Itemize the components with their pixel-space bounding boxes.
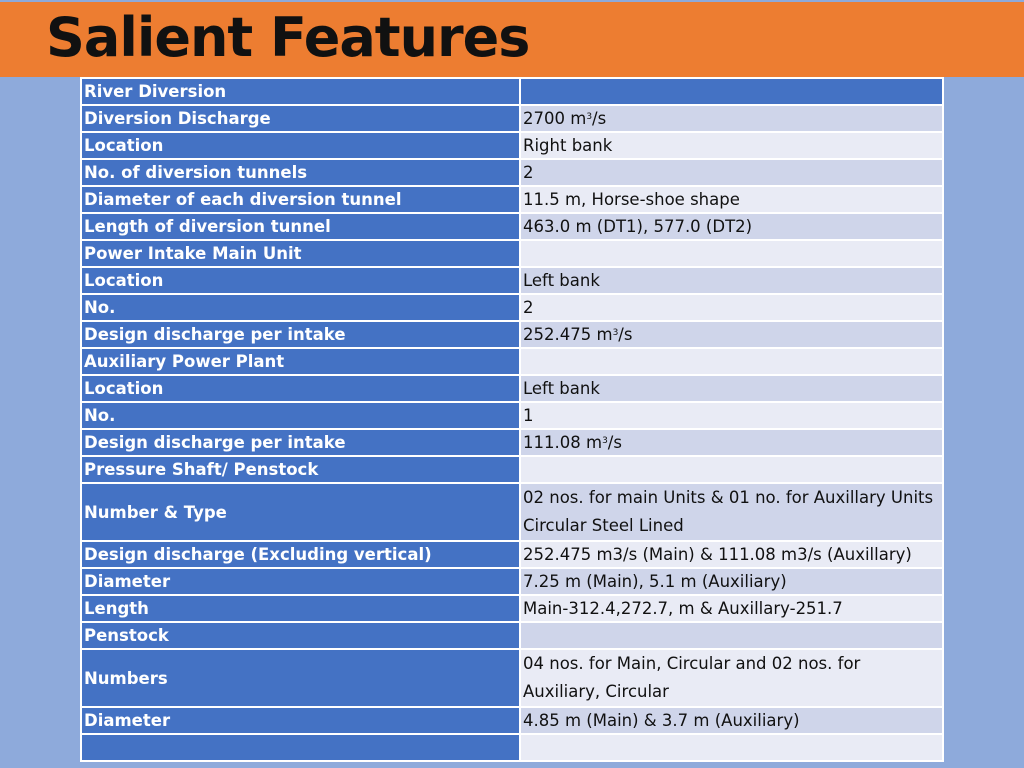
- feature-value: 2700 m3/s: [519, 104, 944, 133]
- feature-label: Location: [80, 131, 521, 160]
- feature-value: 111.08 m3/s: [519, 428, 944, 457]
- feature-label: Location: [80, 374, 521, 403]
- table-row: Design discharge per intake 111.08 m3/s: [80, 428, 944, 457]
- feature-label: No. of diversion tunnels: [80, 158, 521, 187]
- feature-value: [519, 621, 944, 650]
- feature-value: [519, 77, 944, 106]
- table-row: No. 2: [80, 293, 944, 322]
- salient-features-table: River Diversion Diversion Discharge 2700 m…: [80, 77, 944, 762]
- table-row: Location Right bank: [80, 131, 944, 160]
- table-row: Number & Type 02 nos. for main Units & 01…: [80, 482, 944, 542]
- table-row: Power Intake Main Unit: [80, 239, 944, 268]
- feature-label: Length: [80, 594, 521, 623]
- feature-value: 463.0 m (DT1), 577.0 (DT2): [519, 212, 944, 241]
- table-row: River Diversion: [80, 77, 944, 106]
- table-row: Penstock: [80, 621, 944, 650]
- table-row: Diameter 4.85 m (Main) & 3.7 m (Auxiliary…: [80, 706, 944, 735]
- feature-label: Penstock: [80, 621, 521, 650]
- feature-label: Diameter of each diversion tunnel: [80, 185, 521, 214]
- feature-value: [519, 733, 944, 762]
- feature-value: 252.475 m3/s (Main) & 111.08 m3/s (Auxil…: [519, 540, 944, 569]
- feature-value: [519, 239, 944, 268]
- table-row: Design discharge (Excluding vertical) 252…: [80, 540, 944, 569]
- table-row: Length of diversion tunnel 463.0 m (DT1),…: [80, 212, 944, 241]
- table-row: Diameter 7.25 m (Main), 5.1 m (Auxiliary): [80, 567, 944, 596]
- feature-label: Design discharge per intake: [80, 428, 521, 457]
- feature-value: Left bank: [519, 266, 944, 295]
- table-row: Location Left bank: [80, 374, 944, 403]
- feature-label: Pressure Shaft/ Penstock: [80, 455, 521, 484]
- table-row: Diversion Discharge 2700 m3/s: [80, 104, 944, 133]
- feature-value: 1: [519, 401, 944, 430]
- table-row: No. of diversion tunnels 2: [80, 158, 944, 187]
- value-text: 2700 m: [523, 109, 587, 128]
- table-row: [80, 733, 944, 762]
- table-row: Design discharge per intake 252.475 m3/s: [80, 320, 944, 349]
- feature-value: 11.5 m, Horse-shoe shape: [519, 185, 944, 214]
- table-row: Location Left bank: [80, 266, 944, 295]
- feature-value: Right bank: [519, 131, 944, 160]
- feature-label: Diameter: [80, 706, 521, 735]
- feature-label: Number & Type: [80, 482, 521, 542]
- feature-label: Length of diversion tunnel: [80, 212, 521, 241]
- feature-value: 2: [519, 293, 944, 322]
- feature-label: Auxiliary Power Plant: [80, 347, 521, 376]
- feature-label: No.: [80, 293, 521, 322]
- feature-label: Design discharge (Excluding vertical): [80, 540, 521, 569]
- feature-label: No.: [80, 401, 521, 430]
- feature-label: Design discharge per intake: [80, 320, 521, 349]
- feature-value: [519, 455, 944, 484]
- feature-value: 02 nos. for main Units & 01 no. for Auxi…: [519, 482, 944, 542]
- table-row: Pressure Shaft/ Penstock: [80, 455, 944, 484]
- table-row: Diameter of each diversion tunnel 11.5 m,…: [80, 185, 944, 214]
- value-unit-suffix: /s: [607, 433, 622, 452]
- value-text: 252.475 m: [523, 325, 613, 344]
- feature-value: Main-312.4,272.7, m & Auxillary-251.7: [519, 594, 944, 623]
- table-row: Numbers 04 nos. for Main, Circular and 02…: [80, 648, 944, 708]
- feature-value: 252.475 m3/s: [519, 320, 944, 349]
- feature-label: Power Intake Main Unit: [80, 239, 521, 268]
- table-row: Auxiliary Power Plant: [80, 347, 944, 376]
- feature-value: Left bank: [519, 374, 944, 403]
- feature-value: 4.85 m (Main) & 3.7 m (Auxiliary): [519, 706, 944, 735]
- feature-label: [80, 733, 521, 762]
- feature-label: Numbers: [80, 648, 521, 708]
- table-row: Length Main-312.4,272.7, m & Auxillary-25…: [80, 594, 944, 623]
- slide-title: Salient Features: [46, 6, 530, 69]
- feature-label: Location: [80, 266, 521, 295]
- value-unit-suffix: /s: [618, 325, 633, 344]
- feature-value: [519, 347, 944, 376]
- feature-value: 2: [519, 158, 944, 187]
- value-unit-suffix: /s: [592, 109, 607, 128]
- feature-value: 04 nos. for Main, Circular and 02 nos. f…: [519, 648, 944, 708]
- feature-value: 7.25 m (Main), 5.1 m (Auxiliary): [519, 567, 944, 596]
- slide: Salient Features River Diversion Diversio…: [0, 0, 1024, 768]
- table-row: No. 1: [80, 401, 944, 430]
- value-text: 111.08 m: [523, 433, 603, 452]
- feature-label: Diameter: [80, 567, 521, 596]
- feature-label: Diversion Discharge: [80, 104, 521, 133]
- feature-label: River Diversion: [80, 77, 521, 106]
